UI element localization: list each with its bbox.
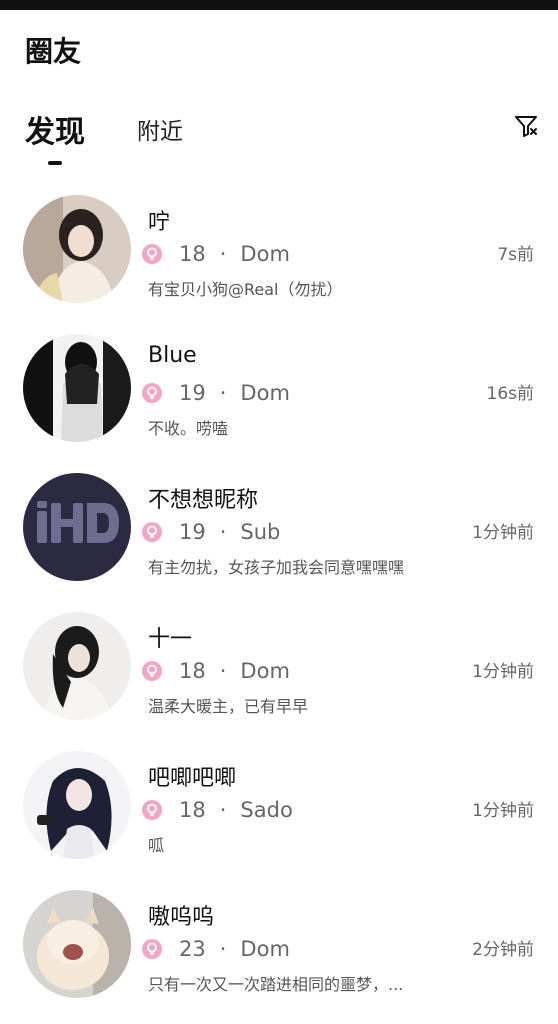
separator: · xyxy=(219,798,227,822)
avatar[interactable] xyxy=(23,890,131,998)
list-item[interactable]: Blue 19 · Dom 不收。唠嗑 16s前 xyxy=(0,329,558,468)
user-name: 不想想昵称 xyxy=(148,488,259,513)
user-bio: 有主勿扰，女孩子加我会同意嘿嘿嘿 xyxy=(148,558,405,577)
list-item[interactable]: 十一 18 · Dom 温柔大暖主，已有早早 1分钟前 xyxy=(0,607,558,746)
user-name: 嗷呜呜 xyxy=(148,905,215,930)
last-active-time: 1分钟前 xyxy=(472,662,534,682)
user-role: Dom xyxy=(240,659,290,683)
user-bio: 温柔大暖主，已有早早 xyxy=(148,697,309,716)
status-bar xyxy=(0,0,558,10)
last-active-time: 1分钟前 xyxy=(472,801,534,821)
user-age: 18 xyxy=(179,659,206,683)
avatar[interactable] xyxy=(23,195,131,303)
user-name: 咛 xyxy=(148,210,171,235)
avatar[interactable] xyxy=(23,612,131,720)
user-bio: 有宝贝小狗@Real（勿扰） xyxy=(148,280,343,299)
page-title: 圈友 xyxy=(25,35,82,68)
separator: · xyxy=(219,381,227,405)
user-age: 18 xyxy=(179,798,206,822)
list-item[interactable]: 咛 18 · Dom 有宝贝小狗@Real（勿扰） 7s前 xyxy=(0,190,558,329)
user-role: Dom xyxy=(240,381,290,405)
gender-badge-icon xyxy=(142,244,162,264)
user-role: Sado xyxy=(240,798,293,822)
avatar[interactable] xyxy=(23,473,131,581)
user-age: 19 xyxy=(179,381,206,405)
separator: · xyxy=(219,520,227,544)
avatar[interactable] xyxy=(23,334,131,442)
user-meta: 18 · Dom xyxy=(142,657,290,685)
user-bio: 不收。唠嗑 xyxy=(148,419,229,438)
last-active-time: 1分钟前 xyxy=(472,523,534,543)
separator: · xyxy=(219,659,227,683)
user-role: Sub xyxy=(240,520,281,544)
user-meta: 19 · Dom xyxy=(142,379,290,407)
gender-badge-icon xyxy=(142,661,162,681)
tab-nearby[interactable]: 附近 xyxy=(137,112,183,146)
user-bio: 呱 xyxy=(148,836,165,855)
avatar[interactable] xyxy=(23,751,131,859)
active-tab-indicator xyxy=(48,161,62,165)
separator: · xyxy=(219,937,227,961)
user-meta: 18 · Sado xyxy=(142,796,293,824)
user-meta: 23 · Dom xyxy=(142,935,290,963)
separator: · xyxy=(219,242,227,266)
user-bio: 只有一次又一次踏进相同的噩梦，... xyxy=(148,975,404,994)
user-meta: 18 · Dom xyxy=(142,240,290,268)
gender-badge-icon xyxy=(142,522,162,542)
user-meta: 19 · Sub xyxy=(142,518,280,546)
user-name: 吧唧吧唧 xyxy=(148,766,237,791)
user-age: 23 xyxy=(179,937,206,961)
list-item[interactable]: 不想想昵称 19 · Sub 有主勿扰，女孩子加我会同意嘿嘿嘿 1分钟前 xyxy=(0,468,558,607)
gender-badge-icon xyxy=(142,800,162,820)
filter-button[interactable] xyxy=(513,113,539,139)
user-role: Dom xyxy=(240,937,290,961)
last-active-time: 2分钟前 xyxy=(472,940,534,960)
user-age: 18 xyxy=(179,242,206,266)
tab-bar: 发现 附近 xyxy=(25,105,545,175)
user-role: Dom xyxy=(240,242,290,266)
user-name: 十一 xyxy=(148,627,193,652)
filter-icon xyxy=(515,116,537,137)
user-name: Blue xyxy=(148,343,197,368)
gender-badge-icon xyxy=(142,939,162,959)
user-age: 19 xyxy=(179,520,206,544)
list-item[interactable]: 吧唧吧唧 18 · Sado 呱 1分钟前 xyxy=(0,746,558,885)
last-active-time: 7s前 xyxy=(497,245,534,265)
last-active-time: 16s前 xyxy=(486,384,535,404)
gender-badge-icon xyxy=(142,383,162,403)
tab-discover[interactable]: 发现 xyxy=(25,107,85,151)
list-item[interactable]: 嗷呜呜 23 · Dom 只有一次又一次踏进相同的噩梦，... 2分钟前 xyxy=(0,885,558,1024)
